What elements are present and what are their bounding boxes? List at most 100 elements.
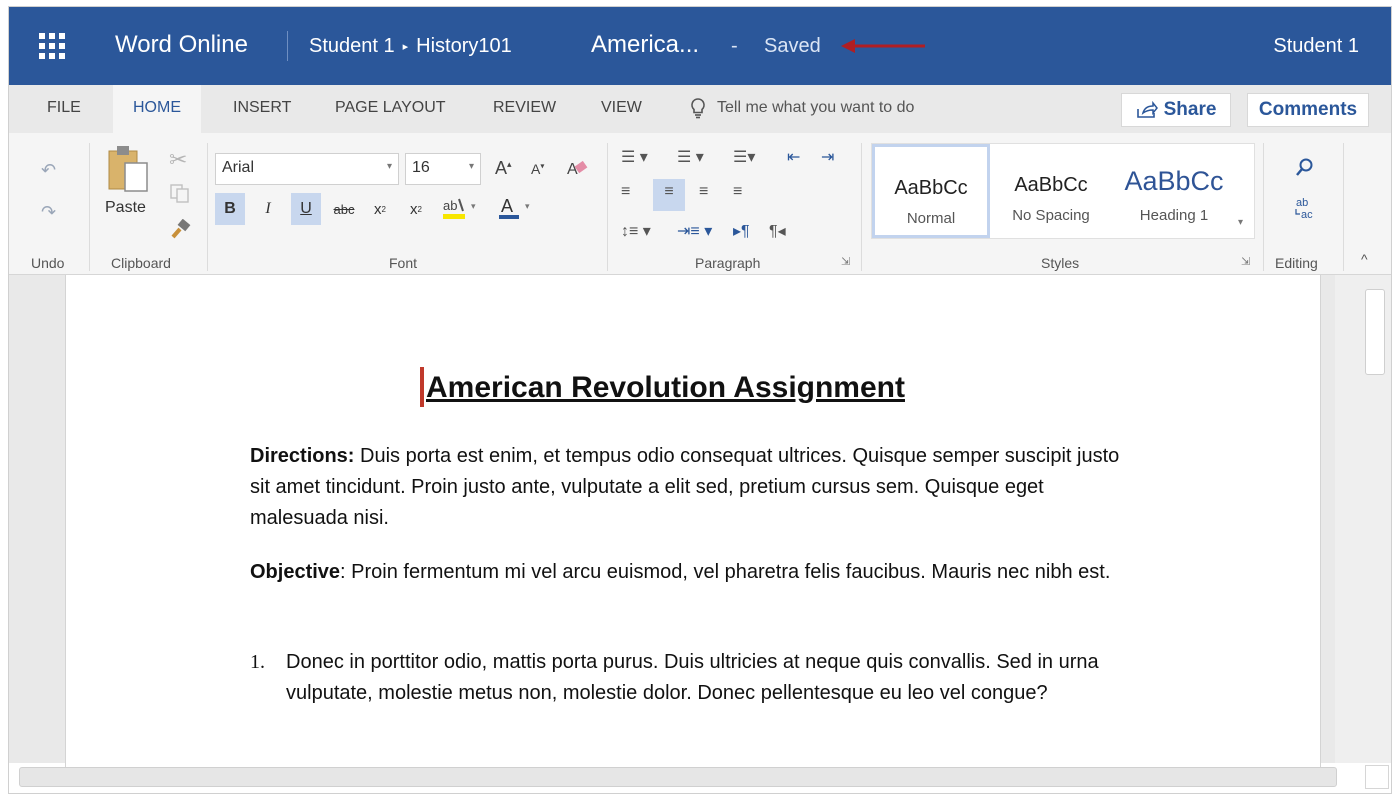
shrink-font-icon[interactable]: A▾ — [531, 162, 544, 176]
paste-icon[interactable] — [107, 143, 151, 195]
paste-button[interactable]: Paste — [105, 199, 146, 217]
document-title[interactable]: American Revolution Assignment — [426, 371, 905, 405]
svg-text:▾: ▾ — [471, 201, 476, 211]
styles-more-icon[interactable]: ▾ — [1238, 218, 1243, 228]
dialog-launcher-icon[interactable]: ⇲ — [841, 257, 850, 268]
breadcrumb-separator-icon: ▸ — [402, 41, 409, 53]
underline-button[interactable]: U — [291, 193, 321, 225]
highlight-color-icon[interactable]: ab ▾ — [441, 195, 483, 223]
align-center-icon[interactable]: ≡ — [653, 179, 685, 211]
document-name[interactable]: America... — [591, 31, 699, 59]
clear-formatting-icon[interactable]: A — [565, 157, 589, 179]
scrollbar-corner — [1365, 765, 1389, 789]
undo-icon[interactable]: ↶ — [41, 161, 56, 179]
justify-icon[interactable]: ≡ — [733, 183, 742, 201]
find-icon[interactable] — [1295, 157, 1315, 177]
replace-icon[interactable]: ab ac — [1293, 195, 1319, 221]
tab-page-layout[interactable]: PAGE LAYOUT — [335, 99, 446, 117]
style-name: No Spacing — [1012, 207, 1090, 224]
group-separator — [89, 143, 90, 271]
account-user[interactable]: Student 1 — [1273, 35, 1359, 58]
font-color-icon[interactable]: A ▾ — [497, 195, 539, 223]
format-painter-icon[interactable] — [169, 219, 193, 241]
font-name-value: Arial — [222, 159, 255, 176]
style-normal[interactable]: AaBbCc Normal — [872, 144, 990, 238]
decrease-indent-icon[interactable]: ⇤ — [787, 147, 800, 167]
comments-button[interactable]: Comments — [1247, 93, 1369, 127]
superscript-button[interactable]: x2 — [401, 193, 431, 225]
italic-button[interactable]: I — [253, 193, 283, 225]
align-right-icon[interactable]: ≡ — [699, 183, 708, 201]
svg-text:ab: ab — [443, 198, 457, 213]
group-separator — [1343, 143, 1344, 271]
horizontal-scrollbar[interactable] — [19, 767, 1337, 787]
app-name[interactable]: Word Online — [115, 31, 248, 59]
collapse-ribbon-icon[interactable]: ^ — [1361, 251, 1368, 267]
objective-paragraph[interactable]: Objective: Proin fermentum mi vel arcu e… — [250, 557, 1130, 588]
title-bar: Word Online Student 1 ▸ History101 Ameri… — [9, 7, 1391, 85]
group-separator — [607, 143, 608, 271]
objective-label: Objective — [250, 561, 341, 583]
tell-me-search[interactable]: Tell me what you want to do — [689, 97, 914, 119]
vertical-scrollbar[interactable] — [1335, 275, 1391, 763]
group-separator — [861, 143, 862, 271]
svg-text:ab: ab — [1296, 197, 1308, 209]
group-label-clipboard: Clipboard — [111, 255, 171, 271]
share-button[interactable]: Share — [1121, 93, 1231, 127]
bold-button[interactable]: B — [215, 193, 245, 225]
bullets-icon[interactable]: ☰ ▾ — [621, 147, 648, 167]
svg-text:A: A — [567, 161, 578, 178]
tab-view[interactable]: VIEW — [601, 99, 642, 117]
list-number: 1. — [250, 651, 265, 673]
multilevel-list-icon[interactable]: ☰▾ — [733, 147, 755, 167]
breadcrumb: Student 1 ▸ History101 — [309, 35, 512, 58]
line-spacing-icon[interactable]: ↕≡ ▾ — [621, 221, 651, 241]
chevron-down-icon: ▾ — [468, 161, 474, 172]
style-preview: AaBbCc — [1124, 166, 1224, 196]
svg-text:A: A — [501, 196, 513, 216]
group-label-styles: Styles — [1041, 255, 1080, 271]
svg-text:▾: ▾ — [525, 201, 530, 211]
tab-file[interactable]: FILE — [47, 99, 81, 117]
font-name-select[interactable]: Arial ▾ — [215, 153, 399, 185]
breadcrumb-folder[interactable]: History101 — [416, 35, 512, 58]
tab-insert[interactable]: INSERT — [233, 99, 291, 117]
numbering-icon[interactable]: ☰ ▾ — [677, 147, 704, 167]
redo-icon[interactable]: ↷ — [41, 203, 56, 221]
font-size-select[interactable]: 16 ▾ — [405, 153, 481, 185]
document-page[interactable]: American Revolution Assignment Direction… — [65, 275, 1321, 769]
style-preview: AaBbCc — [894, 177, 968, 199]
subscript-button[interactable]: x2 — [365, 193, 395, 225]
group-separator — [1263, 143, 1264, 271]
group-label-undo: Undo — [31, 255, 65, 271]
styles-gallery: AaBbCc Normal AaBbCc No Spacing AaBbCc H… — [871, 143, 1255, 239]
breadcrumb-owner[interactable]: Student 1 — [309, 35, 395, 58]
ltr-direction-icon[interactable]: ▸¶ — [733, 221, 750, 241]
style-preview: AaBbCc — [1014, 174, 1088, 196]
title-divider — [287, 31, 288, 61]
copy-icon[interactable] — [169, 183, 191, 203]
strikethrough-button[interactable]: abc — [329, 193, 359, 225]
vertical-scroll-thumb[interactable] — [1365, 289, 1385, 375]
align-left-icon[interactable]: ≡ — [621, 183, 630, 201]
rtl-direction-icon[interactable]: ¶◂ — [769, 221, 786, 241]
save-separator: - — [731, 35, 738, 57]
cut-icon[interactable]: ✂ — [169, 149, 187, 171]
increase-indent-icon[interactable]: ⇥ — [821, 147, 834, 167]
style-heading-1[interactable]: AaBbCc Heading 1 — [1112, 144, 1236, 238]
save-status: Saved — [764, 35, 821, 57]
directions-text: Duis porta est enim, et tempus odio cons… — [250, 445, 1120, 529]
grow-font-icon[interactable]: A▴ — [495, 159, 512, 177]
tab-review[interactable]: REVIEW — [493, 99, 556, 117]
group-separator — [207, 143, 208, 271]
paragraph-spacing-icon[interactable]: ⇥≡ ▾ — [677, 221, 712, 241]
svg-text:ac: ac — [1301, 209, 1313, 221]
tab-home[interactable]: HOME — [113, 85, 201, 135]
word-online-window: Word Online Student 1 ▸ History101 Ameri… — [8, 6, 1392, 794]
style-no-spacing[interactable]: AaBbCc No Spacing — [990, 144, 1112, 238]
lightbulb-icon — [691, 98, 705, 119]
dialog-launcher-icon[interactable]: ⇲ — [1241, 257, 1250, 268]
ribbon-tab-bar: FILE HOME INSERT PAGE LAYOUT REVIEW VIEW… — [9, 85, 1391, 135]
app-launcher-icon[interactable] — [39, 33, 65, 59]
directions-paragraph[interactable]: Directions: Duis porta est enim, et temp… — [250, 441, 1130, 534]
